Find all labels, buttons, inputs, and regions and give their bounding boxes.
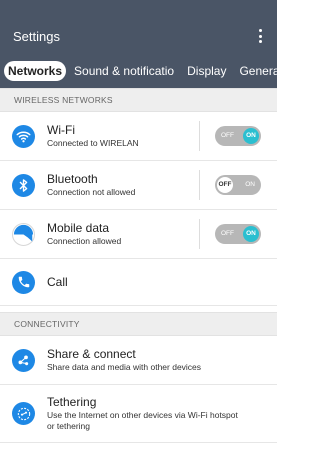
section-header-wireless: WIRELESS NETWORKS: [0, 88, 277, 112]
toggle-knob: ON: [243, 128, 259, 144]
bluetooth-title: Bluetooth: [47, 172, 98, 186]
app-bar: Settings: [0, 18, 277, 54]
toggle-knob: OFF: [217, 177, 233, 193]
wifi-toggle[interactable]: OFF ON: [215, 126, 261, 146]
toggle-off-label: OFF: [221, 132, 234, 139]
share-connect-description: Share data and media with other devices: [47, 362, 202, 372]
toggle-knob: ON: [243, 226, 259, 242]
wifi-status: Connected to WIRELAN: [47, 138, 139, 148]
bluetooth-status: Connection not allowed: [47, 187, 136, 197]
divider: [199, 121, 200, 151]
status-bar: [0, 0, 277, 18]
wifi-title: Wi-Fi: [47, 123, 75, 137]
page-title: Settings: [13, 28, 60, 44]
mobile-data-toggle[interactable]: OFF ON: [215, 224, 261, 244]
tab-bar: Networks Sound & notificatio Display Gen…: [0, 54, 277, 88]
section-header-connectivity: CONNECTIVITY: [0, 312, 277, 336]
share-connect-title: Share & connect: [47, 347, 136, 361]
phone-icon: [12, 270, 35, 294]
wifi-icon: [12, 124, 35, 148]
bluetooth-row[interactable]: Bluetooth Connection not allowed OFF ON: [0, 161, 277, 210]
share-connect-row[interactable]: Share & connect Share data and media wit…: [0, 336, 277, 385]
divider: [199, 170, 200, 200]
tethering-icon: [12, 402, 35, 425]
bluetooth-icon: [12, 173, 35, 197]
more-vert-icon[interactable]: [255, 27, 265, 45]
toggle-on-label: ON: [245, 181, 255, 188]
tethering-row[interactable]: Tethering Use the Internet on other devi…: [0, 385, 277, 443]
mobile-data-status: Connection allowed: [47, 236, 122, 246]
call-row[interactable]: Call: [0, 259, 277, 306]
share-icon: [12, 348, 35, 372]
bluetooth-toggle[interactable]: OFF ON: [215, 175, 261, 195]
wifi-row[interactable]: Wi-Fi Connected to WIRELAN OFF ON: [0, 112, 277, 161]
tab-sound-notifications[interactable]: Sound & notificatio: [69, 61, 179, 81]
call-title: Call: [47, 274, 68, 289]
tab-general[interactable]: General: [234, 61, 277, 81]
tethering-title: Tethering: [47, 395, 97, 409]
divider: [199, 219, 200, 249]
mobile-data-row[interactable]: Mobile data Connection allowed OFF ON: [0, 210, 277, 259]
toggle-off-label: OFF: [221, 230, 234, 237]
tab-networks[interactable]: Networks: [4, 61, 67, 81]
tab-display[interactable]: Display: [182, 61, 231, 81]
mobile-data-icon: [12, 222, 35, 246]
mobile-data-title: Mobile data: [47, 221, 110, 235]
tethering-description: Use the Internet on other devices via Wi…: [47, 410, 238, 431]
